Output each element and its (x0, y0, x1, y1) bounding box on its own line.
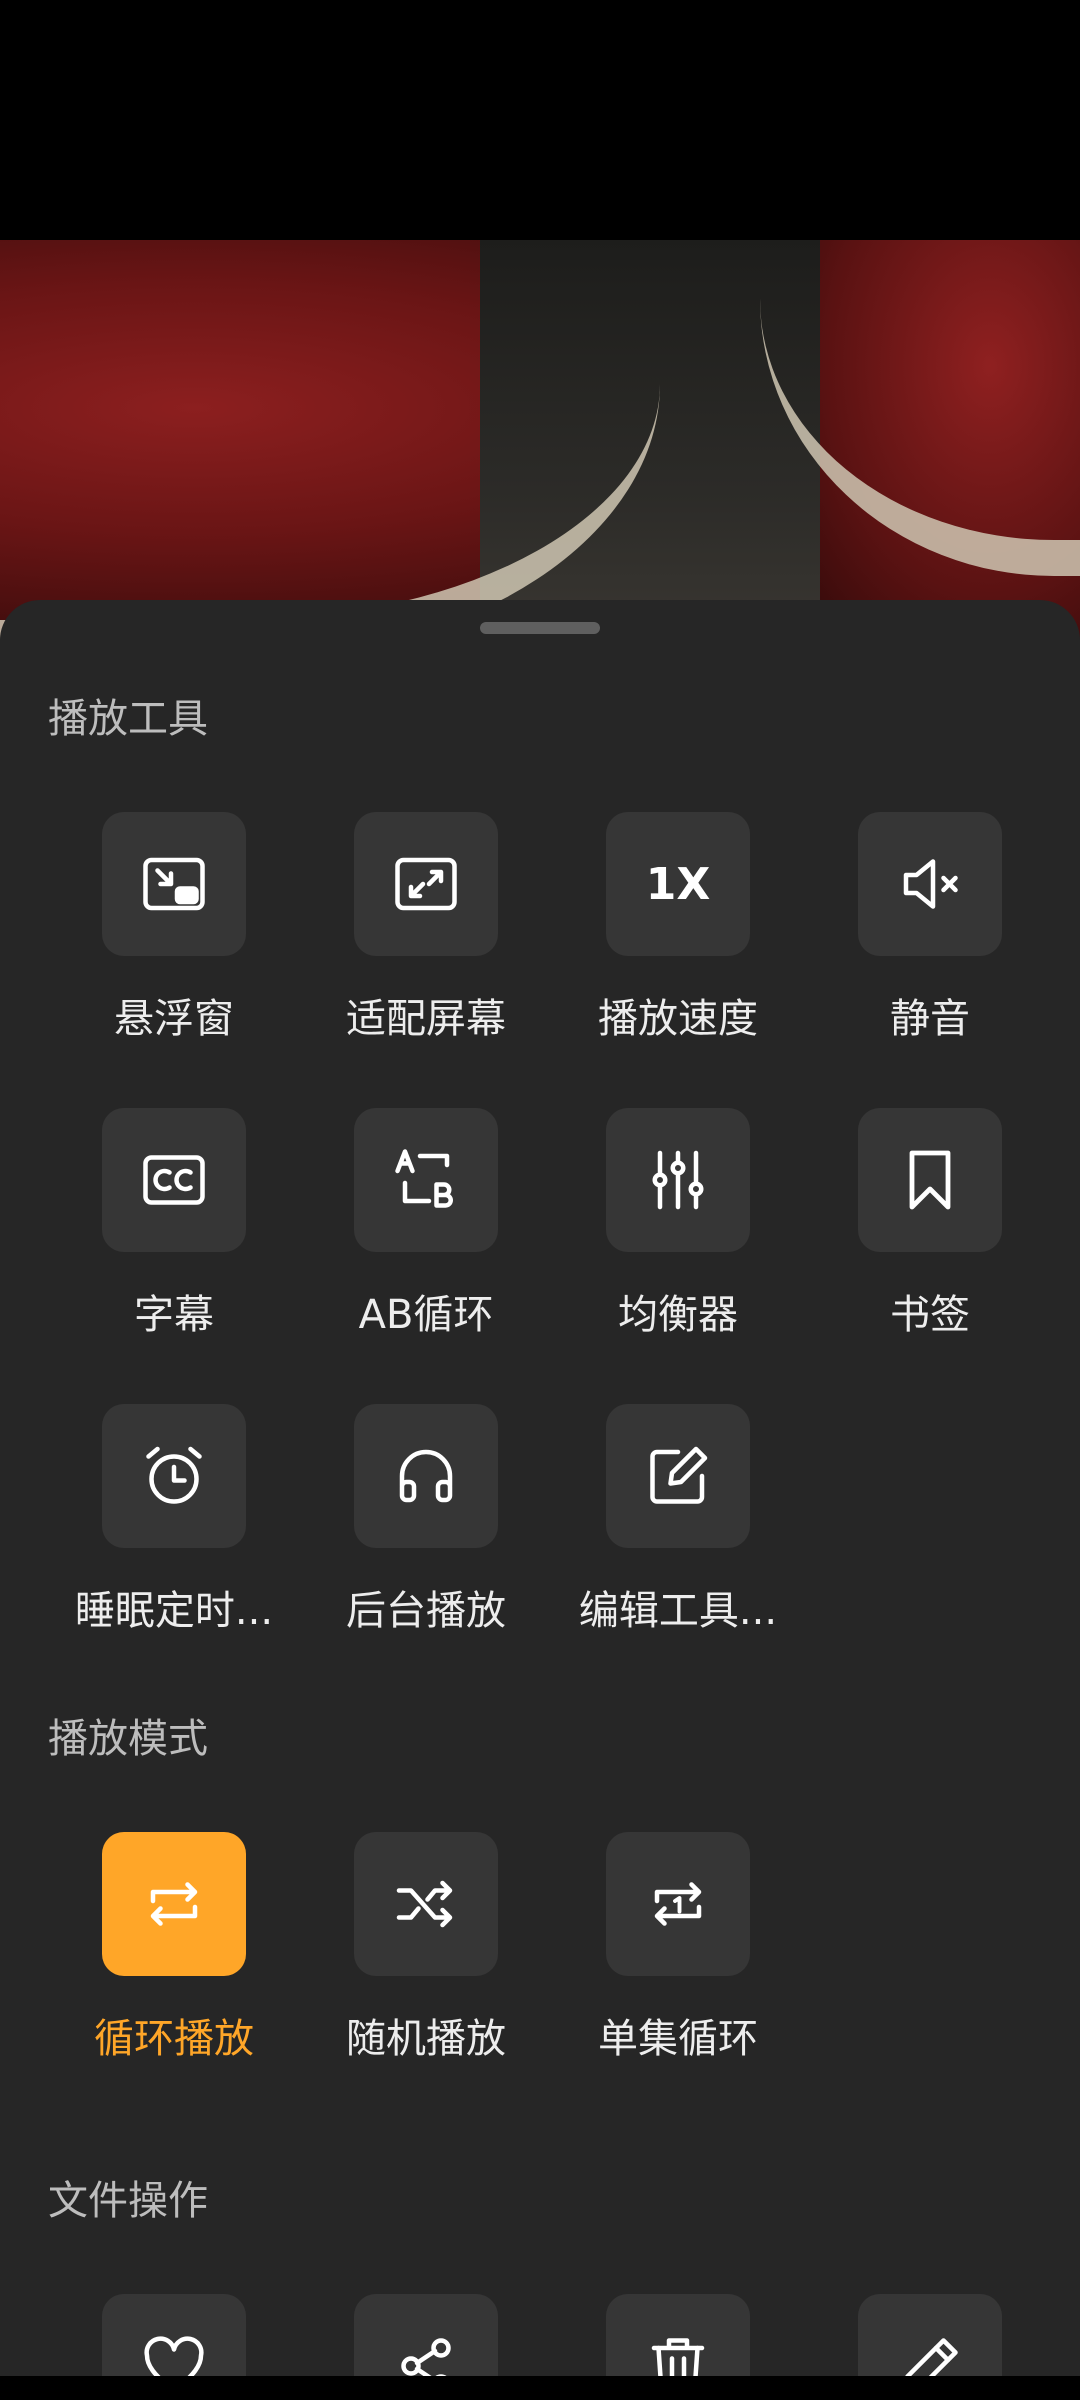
file-op-share[interactable] (316, 2294, 536, 2376)
file-op-favorite[interactable] (64, 2294, 284, 2376)
repeat-icon[interactable] (102, 1832, 246, 1976)
expand-screen-icon[interactable] (354, 812, 498, 956)
subtitles-icon[interactable] (102, 1108, 246, 1252)
edit-icon[interactable] (606, 1404, 750, 1548)
mode-loop-all[interactable]: 循环播放 (64, 1832, 284, 2064)
section-title-tools: 播放工具 (48, 696, 208, 742)
mode-label: 循环播放 (94, 2016, 254, 2062)
tool-equalizer[interactable]: 均衡器 (568, 1108, 788, 1340)
mode-label: 单集循环 (598, 2016, 758, 2062)
tool-ab-loop[interactable]: AB循环 (316, 1108, 536, 1340)
tool-floating-window[interactable]: 悬浮窗 (64, 812, 284, 1044)
tool-label: 静音 (890, 996, 970, 1042)
mode-shuffle[interactable]: 随机播放 (316, 1832, 536, 2064)
section-title-file-ops: 文件操作 (48, 2178, 208, 2224)
speed-value: 1X (645, 858, 711, 910)
headphones-icon[interactable] (354, 1404, 498, 1548)
tool-label: 编辑工具... (578, 1588, 778, 1634)
repeat-one-icon[interactable] (606, 1832, 750, 1976)
tool-label: 均衡器 (618, 1292, 738, 1338)
video-frame[interactable] (0, 240, 1080, 660)
tool-mute[interactable]: 静音 (820, 812, 1040, 1044)
tool-label: AB循环 (358, 1292, 494, 1338)
tool-subtitles[interactable]: 字幕 (64, 1108, 284, 1340)
tool-label: 后台播放 (346, 1588, 506, 1634)
picture-in-picture-icon[interactable] (102, 812, 246, 956)
trash-icon[interactable] (606, 2294, 750, 2376)
mode-label: 随机播放 (346, 2016, 506, 2062)
tool-playback-speed[interactable]: 1X 播放速度 (568, 812, 788, 1044)
drag-handle[interactable] (480, 622, 600, 634)
bookmark-icon[interactable] (858, 1108, 1002, 1252)
tool-fit-screen[interactable]: 适配屏幕 (316, 812, 536, 1044)
file-op-rename[interactable] (820, 2294, 1040, 2376)
mode-repeat-one[interactable]: 单集循环 (568, 1832, 788, 2064)
tool-label: 悬浮窗 (114, 996, 234, 1042)
shuffle-icon[interactable] (354, 1832, 498, 1976)
tool-edit[interactable]: 编辑工具... (568, 1404, 788, 1636)
speed-icon[interactable]: 1X (606, 812, 750, 956)
section-title-play-mode: 播放模式 (48, 1716, 208, 1762)
tool-background-play[interactable]: 后台播放 (316, 1404, 536, 1636)
tool-label: 适配屏幕 (346, 996, 506, 1042)
tool-label: 播放速度 (598, 996, 758, 1042)
tool-sleep-timer[interactable]: 睡眠定时... (64, 1404, 284, 1636)
file-op-delete[interactable] (568, 2294, 788, 2376)
ab-loop-icon[interactable] (354, 1108, 498, 1252)
equalizer-icon[interactable] (606, 1108, 750, 1252)
tool-label: 字幕 (134, 1292, 214, 1338)
tool-label: 睡眠定时... (74, 1588, 274, 1634)
share-icon[interactable] (354, 2294, 498, 2376)
alarm-clock-icon[interactable] (102, 1404, 246, 1548)
player-tools-sheet: 播放工具 悬浮窗 适配屏幕 1X 播放速度 静音 字幕 AB循环 均衡器 书签 … (0, 600, 1080, 2376)
heart-icon[interactable] (102, 2294, 246, 2376)
mute-icon[interactable] (858, 812, 1002, 956)
pencil-icon[interactable] (858, 2294, 1002, 2376)
tool-label: 书签 (890, 1292, 970, 1338)
tool-bookmark[interactable]: 书签 (820, 1108, 1040, 1340)
